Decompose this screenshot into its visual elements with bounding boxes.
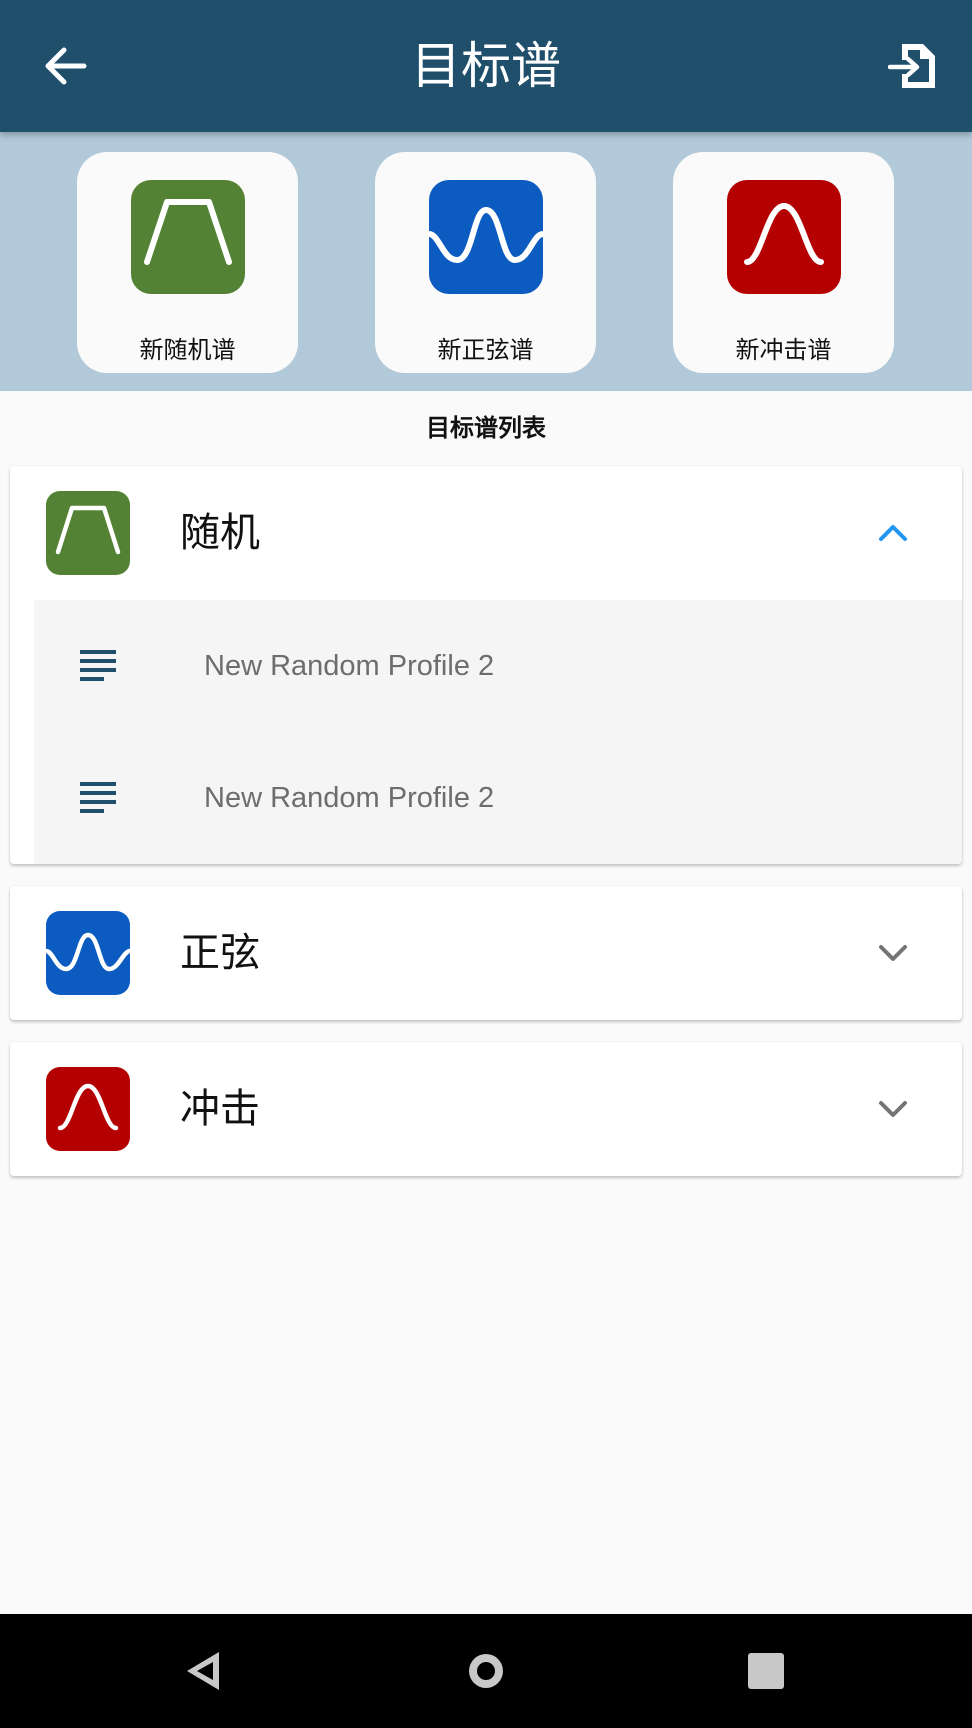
profile-list-title: 目标谱列表 bbox=[426, 414, 546, 442]
new-shock-label: 新冲击谱 bbox=[735, 336, 832, 364]
system-nav-bar bbox=[0, 1614, 972, 1728]
profile-items-list: New Random Profile 2 New Random Profile … bbox=[34, 600, 962, 864]
list-item[interactable]: New Random Profile 2 bbox=[34, 600, 962, 732]
pulse-icon bbox=[727, 180, 841, 294]
trapezoid-icon bbox=[131, 180, 245, 294]
list-lines-icon bbox=[80, 782, 116, 813]
chevron-down-icon[interactable] bbox=[876, 1092, 910, 1126]
app-root: 目标谱 新随机谱 新正弦谱 新冲击谱 目标谱列表 随机 New Random P… bbox=[0, 0, 972, 1728]
profile-name: New Random Profile 2 bbox=[204, 782, 495, 814]
category-label: 随机 bbox=[180, 510, 260, 556]
new-sine-profile-button[interactable]: 新正弦谱 bbox=[375, 152, 596, 373]
chevron-up-icon[interactable] bbox=[876, 516, 910, 550]
category-header-shock[interactable]: 冲击 bbox=[10, 1042, 962, 1176]
nav-recents-icon[interactable] bbox=[741, 1646, 791, 1696]
list-item[interactable]: New Random Profile 2 bbox=[34, 732, 962, 864]
app-bar: 目标谱 bbox=[0, 0, 972, 132]
import-button[interactable] bbox=[887, 38, 944, 94]
category-label: 冲击 bbox=[180, 1086, 260, 1132]
category-header-sine[interactable]: 正弦 bbox=[10, 886, 962, 1020]
nav-back-icon[interactable] bbox=[179, 1646, 229, 1696]
new-profile-panel: 新随机谱 新正弦谱 新冲击谱 bbox=[0, 132, 972, 391]
file-import-icon bbox=[887, 44, 935, 88]
page-title: 目标谱 bbox=[411, 37, 561, 95]
list-lines-icon bbox=[80, 650, 116, 681]
pulse-icon bbox=[46, 1067, 130, 1151]
chevron-down-icon[interactable] bbox=[876, 936, 910, 970]
new-shock-profile-button[interactable]: 新冲击谱 bbox=[673, 152, 894, 373]
category-panel-shock: 冲击 bbox=[10, 1042, 962, 1176]
category-header-random[interactable]: 随机 bbox=[10, 466, 962, 600]
new-sine-label: 新正弦谱 bbox=[437, 336, 534, 364]
category-panel-sine: 正弦 bbox=[10, 886, 962, 1020]
profile-name: New Random Profile 2 bbox=[204, 650, 495, 682]
category-panel-random: 随机 New Random Profile 2 New Random Profi… bbox=[10, 466, 962, 864]
sine-wave-icon bbox=[429, 180, 543, 294]
new-random-profile-button[interactable]: 新随机谱 bbox=[77, 152, 298, 373]
nav-home-icon[interactable] bbox=[461, 1646, 511, 1696]
trapezoid-icon bbox=[46, 491, 130, 575]
sine-wave-icon bbox=[46, 911, 130, 995]
category-label: 正弦 bbox=[180, 930, 260, 976]
new-random-label: 新随机谱 bbox=[139, 336, 236, 364]
